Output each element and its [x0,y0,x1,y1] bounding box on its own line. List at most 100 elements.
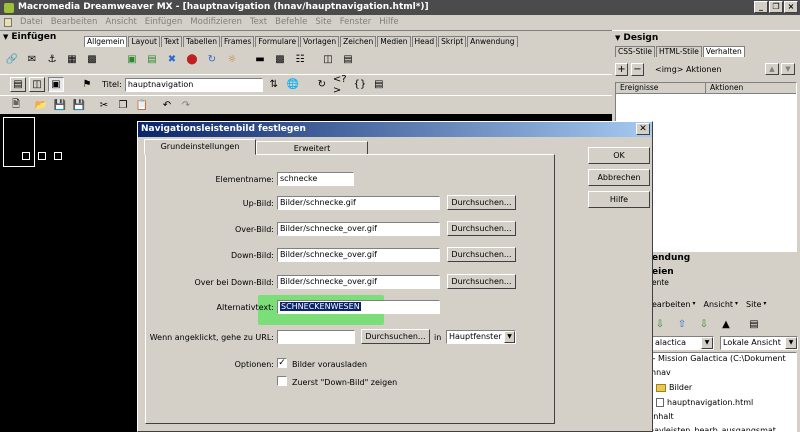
image-placeholder-icon[interactable]: ▤ [144,51,160,67]
check-in-icon[interactable]: ▲ [718,316,734,332]
flash-icon[interactable]: ✖ [164,51,180,67]
tab-medien[interactable]: Medien [377,36,411,47]
view-select[interactable]: Lokale Ansicht ▼ [720,336,798,350]
tab-anwendung[interactable]: Anwendung [467,36,518,47]
save-icon[interactable]: 💾 [52,97,68,113]
down-image-input[interactable]: Bilder/schnecke_over.gif [277,248,440,262]
close-button[interactable]: × [784,1,798,13]
nav-image-placeholder[interactable] [22,152,30,160]
tab-formulare[interactable]: Formulare [255,36,300,47]
cut-icon[interactable]: ✂ [96,97,112,113]
site-select[interactable]: alactica ▼ [652,336,714,350]
remove-behavior-button[interactable]: − [631,62,644,76]
live-data-icon[interactable]: ⚑ [79,77,95,93]
dropdown-arrow-icon[interactable]: ▼ [504,331,515,343]
up-image-input[interactable]: Bilder/schnecke.gif [277,196,440,210]
save-all-icon[interactable]: 💾 [71,97,87,113]
redo-icon[interactable]: ↷ [178,97,194,113]
dialog-title-bar[interactable]: Navigationsleistenbild festlegen ✕ [138,122,652,137]
put-files-icon[interactable]: ⇧ [674,316,690,332]
tab-vorlagen[interactable]: Vorlagen [300,36,340,47]
tree-root[interactable]: te - Mission Galactica (C:\Dokument [642,354,786,363]
date-icon[interactable]: ▩ [272,51,288,67]
tab-tabellen[interactable]: Tabellen [183,36,220,47]
minimize-button[interactable]: _ [754,1,768,13]
file-management-icon[interactable]: ⇅ [266,77,282,93]
files-tab[interactable]: ente [652,278,669,287]
menu-ansicht[interactable]: Ansicht [105,17,136,27]
expand-icon[interactable]: ▤ [746,316,762,332]
menu-hilfe[interactable]: Hilfe [379,17,398,27]
dropdown-arrow-icon[interactable]: ▼ [785,337,797,349]
add-behavior-button[interactable]: + [615,62,628,76]
nav-image-placeholder[interactable] [54,152,62,160]
copy-icon[interactable]: ❐ [115,97,131,113]
preload-checkbox[interactable]: ✓ [277,358,287,368]
menu-site[interactable]: Site [315,17,331,27]
move-down-button[interactable]: ▼ [781,63,795,75]
files-menu-edit[interactable]: earbeiten [652,300,690,309]
comment-icon[interactable]: ◫ [320,51,336,67]
email-link-icon[interactable]: ✉ [24,51,40,67]
navbar-icon[interactable]: ☼ [224,51,240,67]
browse-over-button[interactable]: Durchsuchen... [447,221,516,236]
tab-layout[interactable]: Layout [128,36,160,47]
tab-skript[interactable]: Skript [438,36,467,47]
refresh-icon[interactable]: ↻ [314,77,330,93]
horizontal-rule-icon[interactable]: ▬ [252,51,268,67]
actions-column-header[interactable]: Aktionen [706,83,743,93]
menu-bearbeiten[interactable]: Bearbeiten [51,17,98,27]
tab-erweitert[interactable]: Erweitert [256,141,368,155]
tab-head[interactable]: Head [411,36,438,47]
undo-icon[interactable]: ↶ [159,97,175,113]
browse-url-button[interactable]: Durchsuchen... [361,329,430,344]
split-view-icon[interactable]: ◫ [29,77,45,92]
tab-text[interactable]: Text [160,36,183,47]
menu-einfuegen[interactable]: Einfügen [145,17,183,27]
files-menu-view[interactable]: Ansicht [703,300,733,309]
show-down-checkbox[interactable] [277,376,287,386]
dialog-close-icon[interactable]: ✕ [636,123,650,135]
nav-image-placeholder[interactable] [38,152,46,160]
help-button[interactable]: Hilfe [588,191,650,208]
tab-frames[interactable]: Frames [220,36,255,47]
over-image-input[interactable]: Bilder/schnecke_over.gif [277,222,440,236]
over-while-down-input[interactable]: Bilder/schnecke_over.gif [277,275,440,289]
menu-fenster[interactable]: Fenster [340,17,372,27]
tree-item-navleisten[interactable]: navleisten_bearb_ausgangsmat [638,426,776,431]
nav-image-placeholder[interactable] [3,117,35,167]
tab-allgemein[interactable]: Allgemein [84,36,128,47]
tree-item-bilder[interactable]: Bilder [656,383,692,392]
preview-icon[interactable]: 🌐 [285,77,301,93]
rollover-icon[interactable]: ↻ [204,51,220,67]
tabular-data-icon[interactable]: ☷ [292,51,308,67]
paste-icon[interactable]: 📋 [134,97,150,113]
move-up-button[interactable]: ▲ [765,63,779,75]
browse-up-button[interactable]: Durchsuchen... [447,195,516,210]
url-input[interactable] [277,330,355,344]
browse-down-button[interactable]: Durchsuchen... [447,247,516,262]
layer-icon[interactable]: ▩ [84,51,100,67]
tab-html-stile[interactable]: HTML-Stile [655,46,702,57]
anchor-icon[interactable]: ⚓ [44,51,60,67]
files-menu-site[interactable]: Site [746,300,761,309]
tree-item-hauptnavigation[interactable]: hauptnavigation.html [656,398,753,407]
cancel-button[interactable]: Abbrechen [588,169,650,186]
new-file-icon[interactable]: 🗎 [8,97,24,113]
design-view-icon[interactable]: ▣ [48,77,64,92]
open-folder-icon[interactable]: 📂 [33,97,49,113]
menu-text[interactable]: Text [250,17,267,27]
restore-button[interactable]: ❐ [769,1,783,13]
design-panel-header[interactable]: ▼ Design [612,30,800,44]
tab-verhalten[interactable]: Verhalten [702,46,745,57]
template-icon[interactable]: ▤ [340,51,356,67]
events-column-header[interactable]: Ereignisse [616,83,706,93]
tab-css-stile[interactable]: CSS-Stile [615,46,655,57]
hyperlink-icon[interactable]: 🔗 [4,51,20,67]
tab-zeichen[interactable]: Zeichen [340,36,377,47]
menu-modifizieren[interactable]: Modifizieren [190,17,242,27]
view-options-icon[interactable]: ▤ [371,77,387,93]
shockwave-icon[interactable]: ⬤ [184,51,200,67]
alt-text-input[interactable]: SCHNECKENWESEN [277,300,440,314]
menu-befehle[interactable]: Befehle [275,17,307,27]
